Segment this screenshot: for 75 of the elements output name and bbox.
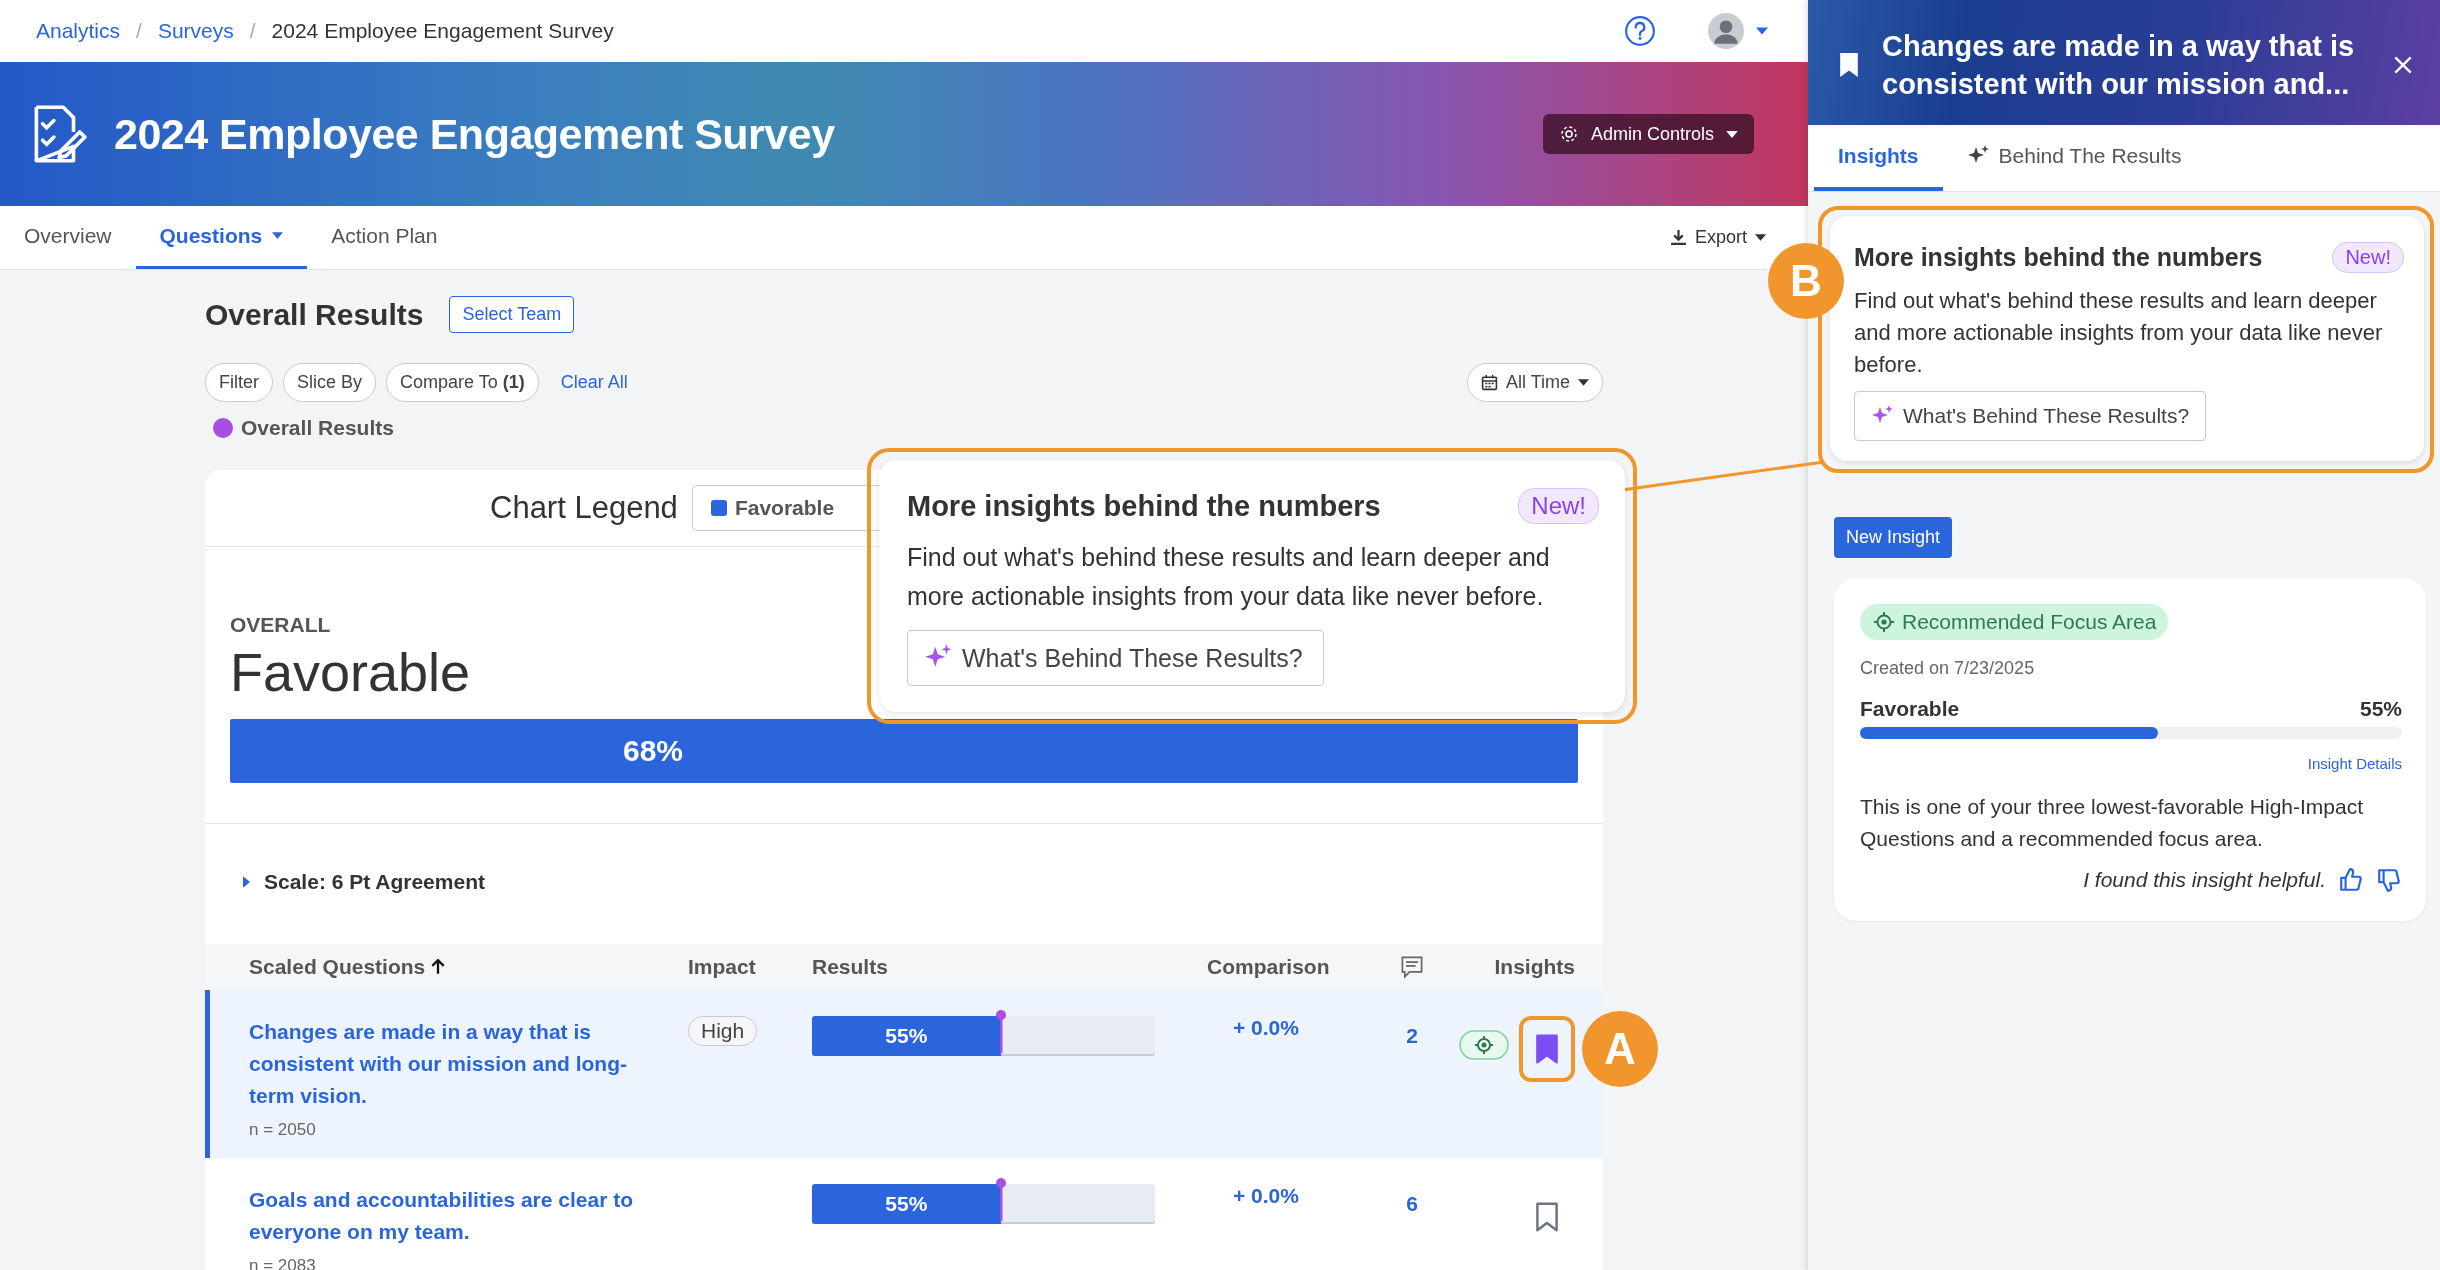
- new-badge: New!: [1518, 488, 1599, 524]
- insight-details-link[interactable]: Insight Details: [2307, 755, 2402, 772]
- expand-caret-icon[interactable]: [243, 876, 250, 888]
- result-bar: 55%: [812, 1016, 1001, 1056]
- column-header: Insights: [1493, 955, 1575, 979]
- metric-value: 55%: [2359, 697, 2402, 721]
- metric-name: Favorable: [1860, 697, 1960, 721]
- breadcrumb-separator: /: [136, 19, 142, 44]
- breadcrumb-link[interactable]: Surveys: [157, 19, 234, 44]
- date-range-dropdown[interactable]: All Time: [1467, 363, 1603, 402]
- overall-label: OVERALL: [230, 613, 331, 637]
- select-team-button[interactable]: Select Team: [449, 296, 575, 333]
- caret-icon: [1726, 130, 1738, 138]
- caret-icon: [1578, 379, 1589, 386]
- created-date: Created on 7/23/2025: [1860, 658, 2036, 679]
- legend-label: Chart Legend: [490, 490, 678, 526]
- filter-chip[interactable]: Slice By: [283, 363, 377, 402]
- breadcrumb-separator: /: [249, 19, 256, 44]
- feedback-prompt: I found this insight helpful.: [2083, 868, 2326, 892]
- download-icon: [1669, 228, 1687, 246]
- column-header: Impact: [688, 955, 757, 979]
- question-row[interactable]: Changes are made in a way that is consistent with our mission and long-term vision. n = 2050 High 55% + 0.0% 2: [205, 990, 1603, 1158]
- calendar-icon: [1481, 374, 1498, 391]
- help-icon[interactable]: [1624, 15, 1656, 48]
- panel-tab[interactable]: Insights: [1814, 125, 1943, 191]
- filter-chip[interactable]: Compare To (1): [386, 363, 539, 402]
- focus-area-tag: Recommended Focus Area: [1860, 604, 2169, 640]
- survey-title: 2024 Employee Engagement Survey: [114, 109, 835, 159]
- column-header: Comparison: [1207, 955, 1331, 979]
- comparison-value: + 0.0%: [1232, 1016, 1300, 1041]
- column-header: Results: [812, 955, 889, 979]
- admin-controls-button[interactable]: Admin Controls: [1542, 114, 1754, 154]
- gear-icon: [1558, 124, 1579, 144]
- response-count: n = 2050: [249, 1120, 317, 1140]
- scale-label: Scale: 6 Pt Agreement: [264, 870, 485, 894]
- nav-tab[interactable]: Action Plan: [307, 205, 462, 269]
- favorable-bar: 68%: [230, 719, 1578, 783]
- question-link[interactable]: Goals and accountabilities are clear to everyone on my team.: [249, 1184, 649, 1248]
- whats-behind-button[interactable]: What's Behind These Results?: [1854, 391, 2207, 441]
- comment-count[interactable]: 6: [1367, 1184, 1457, 1270]
- caret-icon[interactable]: [1756, 27, 1768, 36]
- section-title: Overall Results: [205, 297, 424, 332]
- comparison-value: + 0.0%: [1232, 1184, 1300, 1209]
- nav-tab[interactable]: Overview: [0, 205, 136, 269]
- result-bar: 55%: [812, 1184, 1001, 1224]
- panel-tab[interactable]: Behind The Results: [1942, 125, 2206, 191]
- sort-arrow-icon[interactable]: [431, 959, 446, 975]
- bookmark-button[interactable]: [1519, 1016, 1575, 1082]
- comment-icon: [1400, 955, 1424, 979]
- new-insight-button[interactable]: New Insight: [1834, 517, 1953, 558]
- callout-title: More insights behind the numbers: [907, 489, 1381, 523]
- panel-title: Changes are made in a way that is consistent with our mission and...: [1882, 28, 2356, 102]
- focus-area-target-icon[interactable]: [1459, 1030, 1509, 1060]
- page-title: 2024 Employee Engagement Survey: [271, 19, 614, 44]
- filter-chip[interactable]: Filter: [205, 363, 273, 402]
- target-icon: [1872, 610, 1896, 634]
- thumbs-up-icon[interactable]: [2338, 867, 2364, 893]
- metric-name: Favorable: [230, 641, 471, 703]
- callout-description: Find out what's behind these results and learn deeper and more actionable insights from your data like never before.: [1854, 287, 2384, 379]
- series-label: Overall Results: [241, 416, 394, 440]
- column-header[interactable]: Scaled Questions: [249, 955, 688, 979]
- callout-description: Find out what's behind these results and learn deeper and more actionable insights from your data like never before.: [907, 542, 1551, 612]
- comment-count[interactable]: 2: [1367, 1016, 1457, 1140]
- thumbs-down-icon[interactable]: [2376, 867, 2402, 893]
- callout-title: More insights behind the numbers: [1854, 243, 2263, 272]
- insight-description: This is one of your three lowest-favorable High-Impact Questions and a recommended focus area.: [1860, 794, 2365, 852]
- clear-all-link[interactable]: Clear All: [560, 372, 628, 393]
- caret-icon: [1755, 233, 1766, 241]
- new-badge: New!: [2332, 242, 2404, 273]
- question-link[interactable]: Changes are made in a way that is consistent with our mission and long-term vision.: [249, 1016, 649, 1112]
- breadcrumb-link[interactable]: Analytics: [36, 19, 121, 44]
- avatar-icon[interactable]: [1708, 13, 1744, 50]
- whats-behind-button[interactable]: What's Behind These Results?: [907, 630, 1324, 686]
- nav-tab[interactable]: Questions: [135, 205, 308, 269]
- impact-tag: High: [688, 1016, 758, 1046]
